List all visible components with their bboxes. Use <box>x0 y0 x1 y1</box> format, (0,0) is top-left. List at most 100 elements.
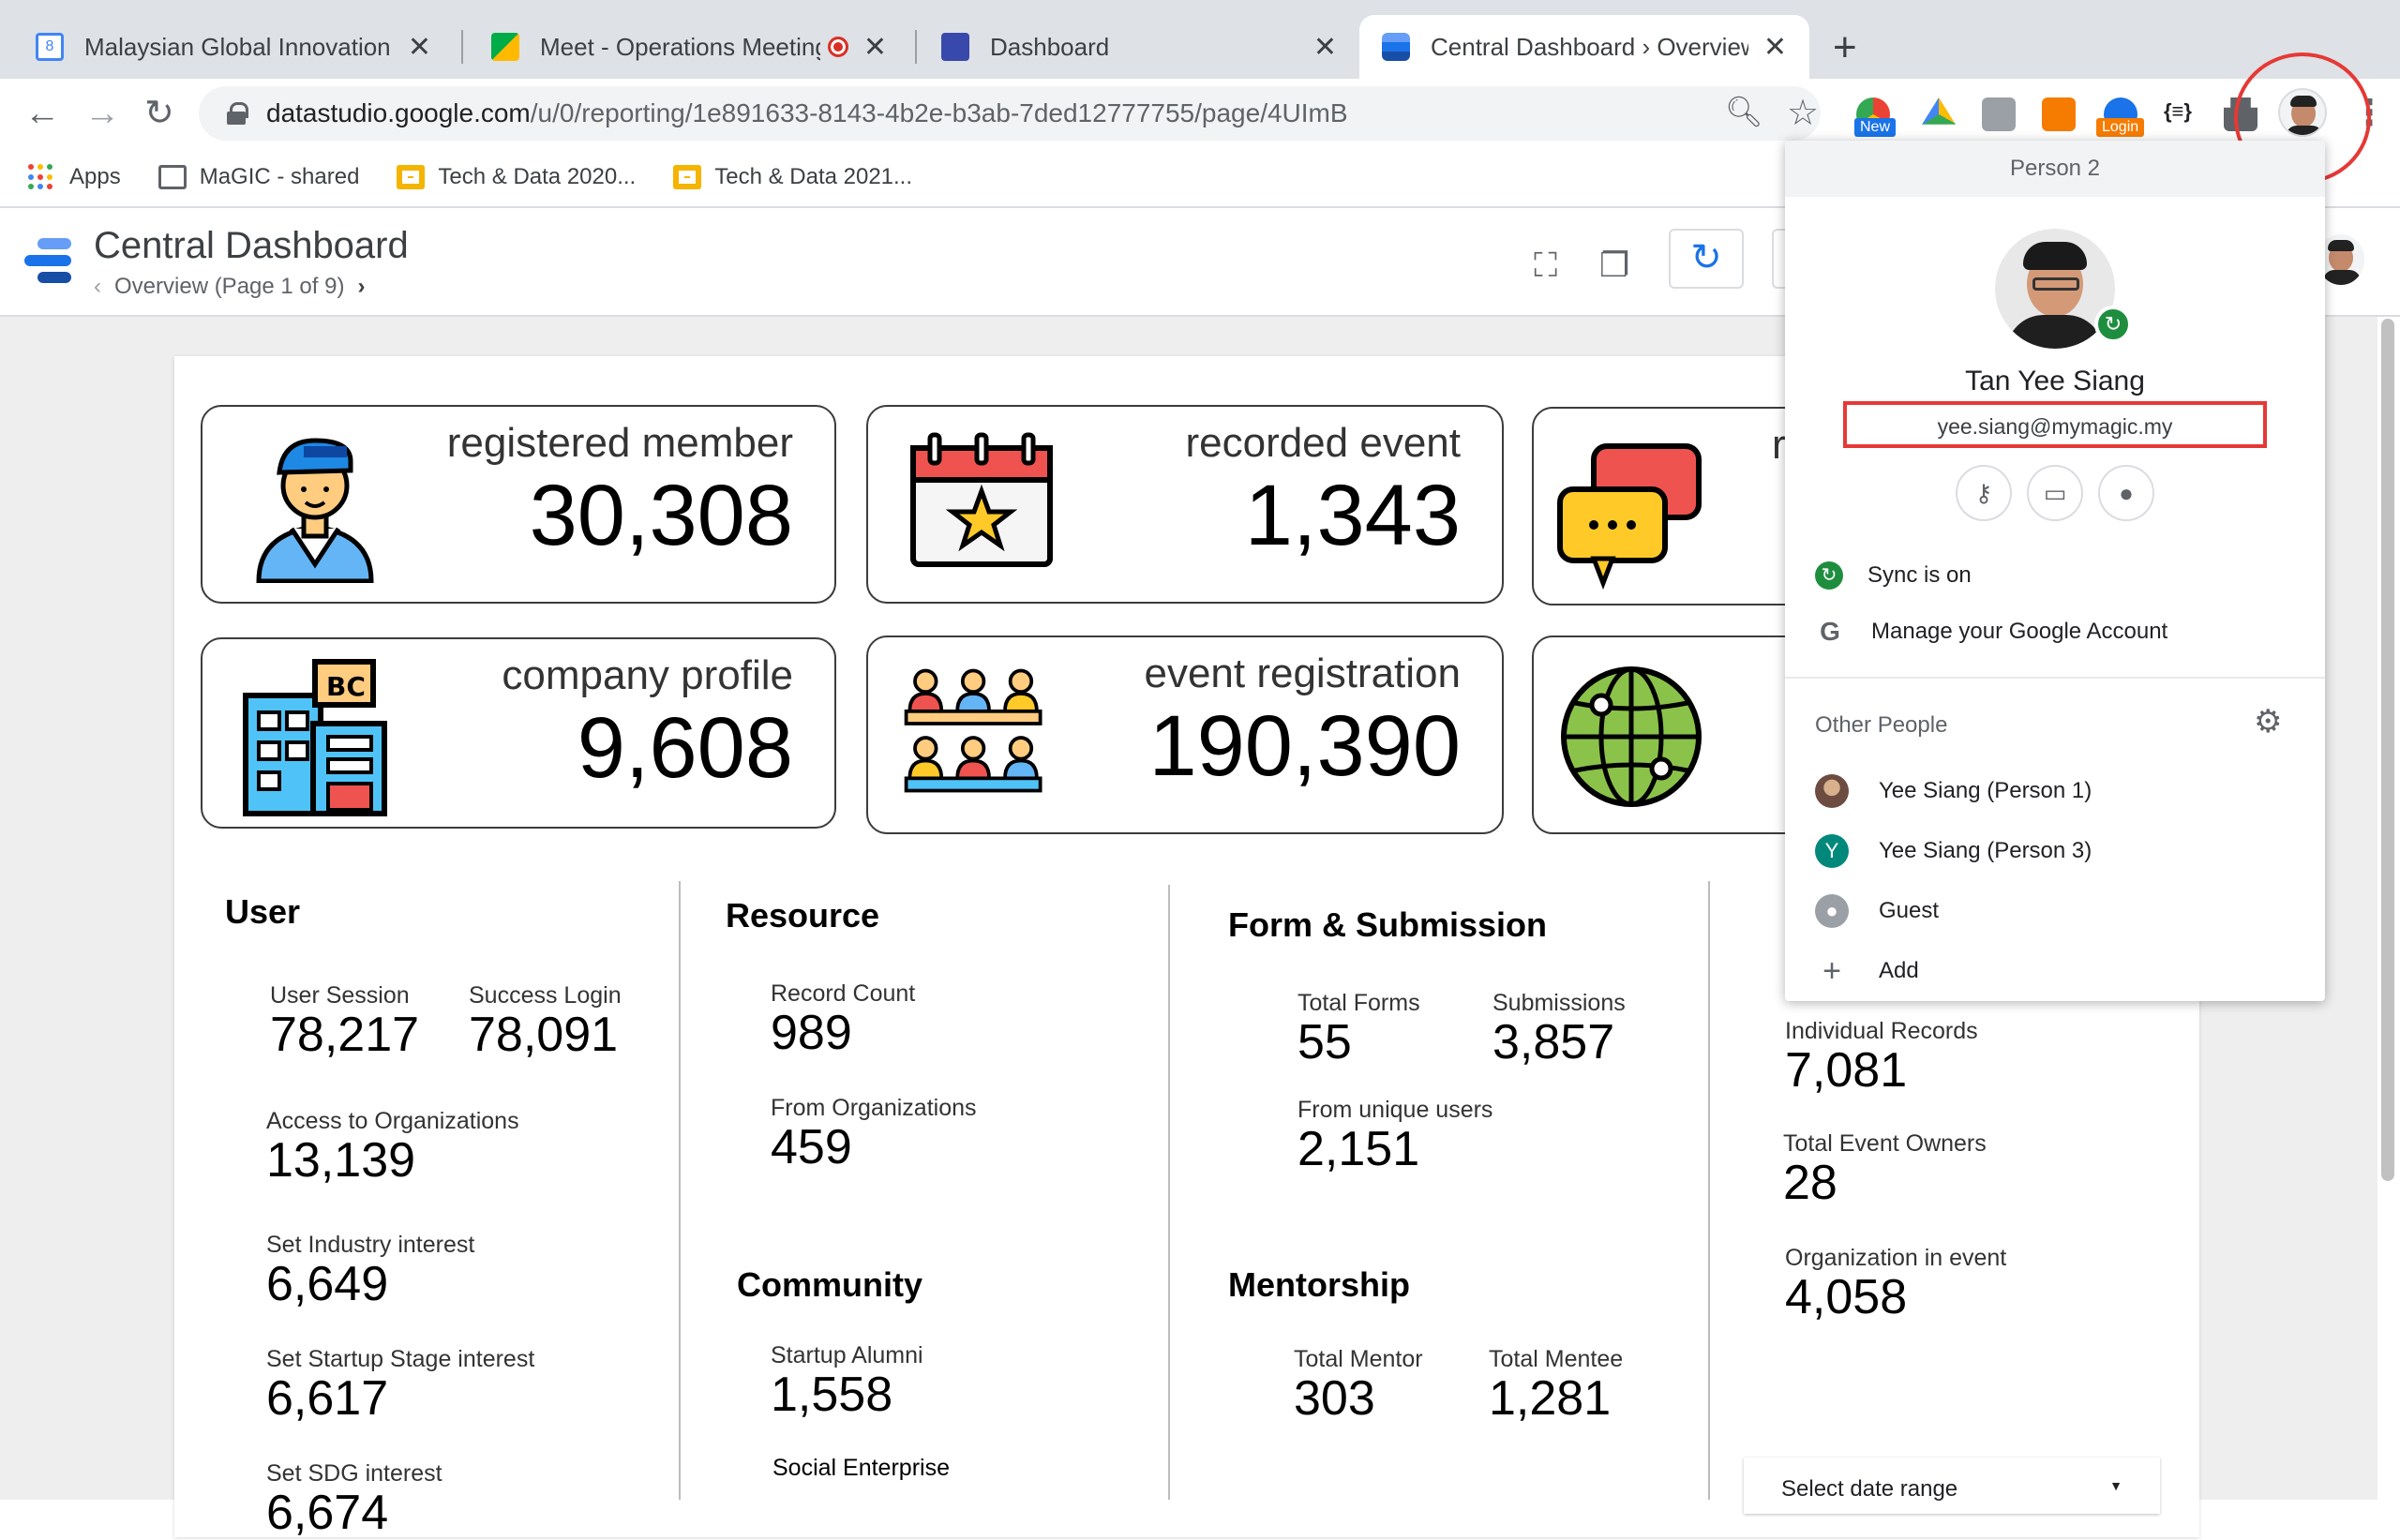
other-people-label: Other People <box>1815 712 1948 738</box>
metric-value: 4,058 <box>1785 1270 1908 1324</box>
bookmark-apps[interactable]: Apps <box>28 164 121 190</box>
metric-label: Total Mentor <box>1294 1346 1423 1372</box>
folder-icon <box>158 165 187 189</box>
metric-value: 78,217 <box>270 1008 420 1062</box>
bookmark-magic-shared[interactable]: MaGIC - shared <box>158 164 360 190</box>
metric-label: Total Forms <box>1298 990 1420 1016</box>
metric-value: 989 <box>771 1006 852 1060</box>
json-extension-icon[interactable]: {≡} <box>2164 99 2192 124</box>
sync-icon: ↻ <box>1815 561 1843 590</box>
kpi-value: 190,390 <box>1148 698 1461 794</box>
gear-icon[interactable]: ⚙ <box>2254 703 2282 740</box>
profile-menu: Person 2 ↻ Tan Yee Siang yee.siang@mymag… <box>1785 141 2325 1001</box>
metric-label: Set SDG interest <box>266 1460 442 1487</box>
close-icon[interactable]: ✕ <box>863 31 887 64</box>
refresh-button[interactable]: ↻ <box>1669 229 1744 289</box>
recording-icon <box>827 37 848 57</box>
tab-central-dashboard[interactable]: Central Dashboard › Overview ✕ <box>1359 15 1809 79</box>
profile-email: yee.siang@mymagic.my <box>1843 401 2267 448</box>
tab-title: Meet - Operations Meeting <box>540 32 820 61</box>
section-title-form: Form & Submission <box>1228 905 1548 944</box>
new-tab-button[interactable]: + <box>1833 24 1857 71</box>
section-divider <box>679 881 681 1500</box>
bookmark-label: MaGIC - shared <box>199 164 360 189</box>
member-icon <box>256 438 374 583</box>
metric-label: Total Mentee <box>1489 1346 1624 1372</box>
calendar-star-icon <box>910 432 1053 567</box>
tab-separator <box>915 30 917 64</box>
avatar: Y <box>1815 834 1849 868</box>
tab-malaysian-global[interactable]: 8 Malaysian Global Innovation & C ✕ <box>13 15 454 79</box>
reload-button[interactable]: ↻ <box>144 92 174 134</box>
metric-submissions: Submissions 3,857 <box>1492 990 1626 1069</box>
kpi-partial-card: r <box>1532 407 1813 606</box>
date-range-picker[interactable]: Select date range ▼ <box>1744 1458 2160 1514</box>
datastudio-icon <box>1382 33 1410 61</box>
address-bar[interactable]: datastudio.google.com /u/0/reporting/1e8… <box>199 86 1821 141</box>
kpi-value: 1,343 <box>1244 468 1461 563</box>
tab-meet[interactable]: Meet - Operations Meeting ✕ <box>469 15 909 79</box>
passwords-key-icon[interactable]: ⚷ <box>1956 465 2012 521</box>
zoom-icon[interactable]: 🔍︎ <box>1725 94 1763 129</box>
bookmark-label: Apps <box>69 164 121 189</box>
back-button[interactable]: ← <box>24 94 60 134</box>
slides-icon <box>673 165 702 189</box>
metric-org-in-event: Organization in event 4,058 <box>1785 1245 2006 1323</box>
copy-report-icon[interactable]: ❐ <box>1599 246 1629 285</box>
bookmark-tech-data-2021[interactable]: Tech & Data 2021... <box>673 164 912 190</box>
metric-label: Success Login <box>469 982 622 1009</box>
metric-label: Social Enterprise <box>772 1455 950 1481</box>
metric-label: Access to Organizations <box>266 1108 519 1134</box>
metric-label: Startup Alumni <box>771 1342 923 1368</box>
plus-icon: + <box>1822 953 1841 989</box>
fullscreen-icon[interactable]: ⛶ <box>1534 246 1557 286</box>
person-label: Yee Siang (Person 1) <box>1879 778 2092 803</box>
scrollbar-thumb[interactable] <box>2381 319 2394 1181</box>
page-navigator[interactable]: ‹ Overview (Page 1 of 9) › <box>94 274 365 300</box>
person-label: Yee Siang (Person 3) <box>1879 838 2092 863</box>
bookmark-star-icon[interactable]: ☆ <box>1787 92 1819 134</box>
bookmark-label: Tech & Data 2020... <box>438 164 637 189</box>
manage-account-row[interactable]: G Manage your Google Account <box>1785 604 2325 660</box>
tab-title: Central Dashboard › Overview <box>1431 32 1748 61</box>
prev-page-icon[interactable]: ‹ <box>94 274 101 299</box>
metric-value: 2,151 <box>1298 1122 1420 1176</box>
new-badge: New <box>1854 118 1897 137</box>
chart-extension-icon[interactable] <box>2042 97 2076 131</box>
metric-label: Submissions <box>1492 990 1626 1016</box>
person-row-3[interactable]: Y Yee Siang (Person 3) <box>1785 823 2325 879</box>
tab-separator <box>461 30 463 64</box>
metric-from-orgs: From Organizations 459 <box>771 1095 977 1174</box>
kpi-recorded-event: recorded event 1,343 <box>866 405 1504 604</box>
avatar <box>1815 774 1849 808</box>
metric-label: From Organizations <box>771 1095 977 1121</box>
metric-social-enterprise: Social Enterprise <box>772 1455 950 1482</box>
person-label: Add <box>1879 958 1919 983</box>
metric-label: Set Startup Stage interest <box>266 1346 535 1372</box>
dashboard-icon <box>941 33 969 61</box>
person-row-1[interactable]: Yee Siang (Person 1) <box>1785 763 2325 819</box>
url-domain: datastudio.google.com <box>266 98 531 127</box>
kpi-company-profile: BC company profile 9,608 <box>201 637 836 829</box>
addresses-pin-icon[interactable]: ● <box>2098 465 2154 521</box>
payment-card-icon[interactable]: ▭ <box>2027 465 2083 521</box>
next-page-icon[interactable]: › <box>357 274 365 299</box>
kpi-label: registered member <box>446 420 793 466</box>
sync-row[interactable]: ↻ Sync is on <box>1785 547 2325 604</box>
close-icon[interactable]: ✕ <box>408 31 431 64</box>
metric-total-mentee: Total Mentee 1,281 <box>1489 1346 1623 1425</box>
forward-button[interactable]: → <box>84 94 120 134</box>
copy-extension-icon[interactable] <box>1982 97 2016 131</box>
metric-label: Total Event Owners <box>1783 1130 1987 1157</box>
dropdown-arrow-icon: ▼ <box>2109 1478 2122 1493</box>
metric-value: 13,139 <box>266 1133 416 1188</box>
close-icon[interactable]: ✕ <box>1313 31 1337 64</box>
tab-dashboard[interactable]: Dashboard ✕ <box>919 15 1359 79</box>
guest-row[interactable]: ● Guest <box>1785 883 2325 939</box>
metric-label: Individual Records <box>1785 1018 1978 1044</box>
bookmark-tech-data-2020[interactable]: Tech & Data 2020... <box>397 164 636 190</box>
close-icon[interactable]: ✕ <box>1763 31 1787 64</box>
add-person-row[interactable]: + Add <box>1785 943 2325 999</box>
metric-value: 28 <box>1783 1156 1838 1210</box>
metric-value: 3,857 <box>1492 1015 1615 1069</box>
